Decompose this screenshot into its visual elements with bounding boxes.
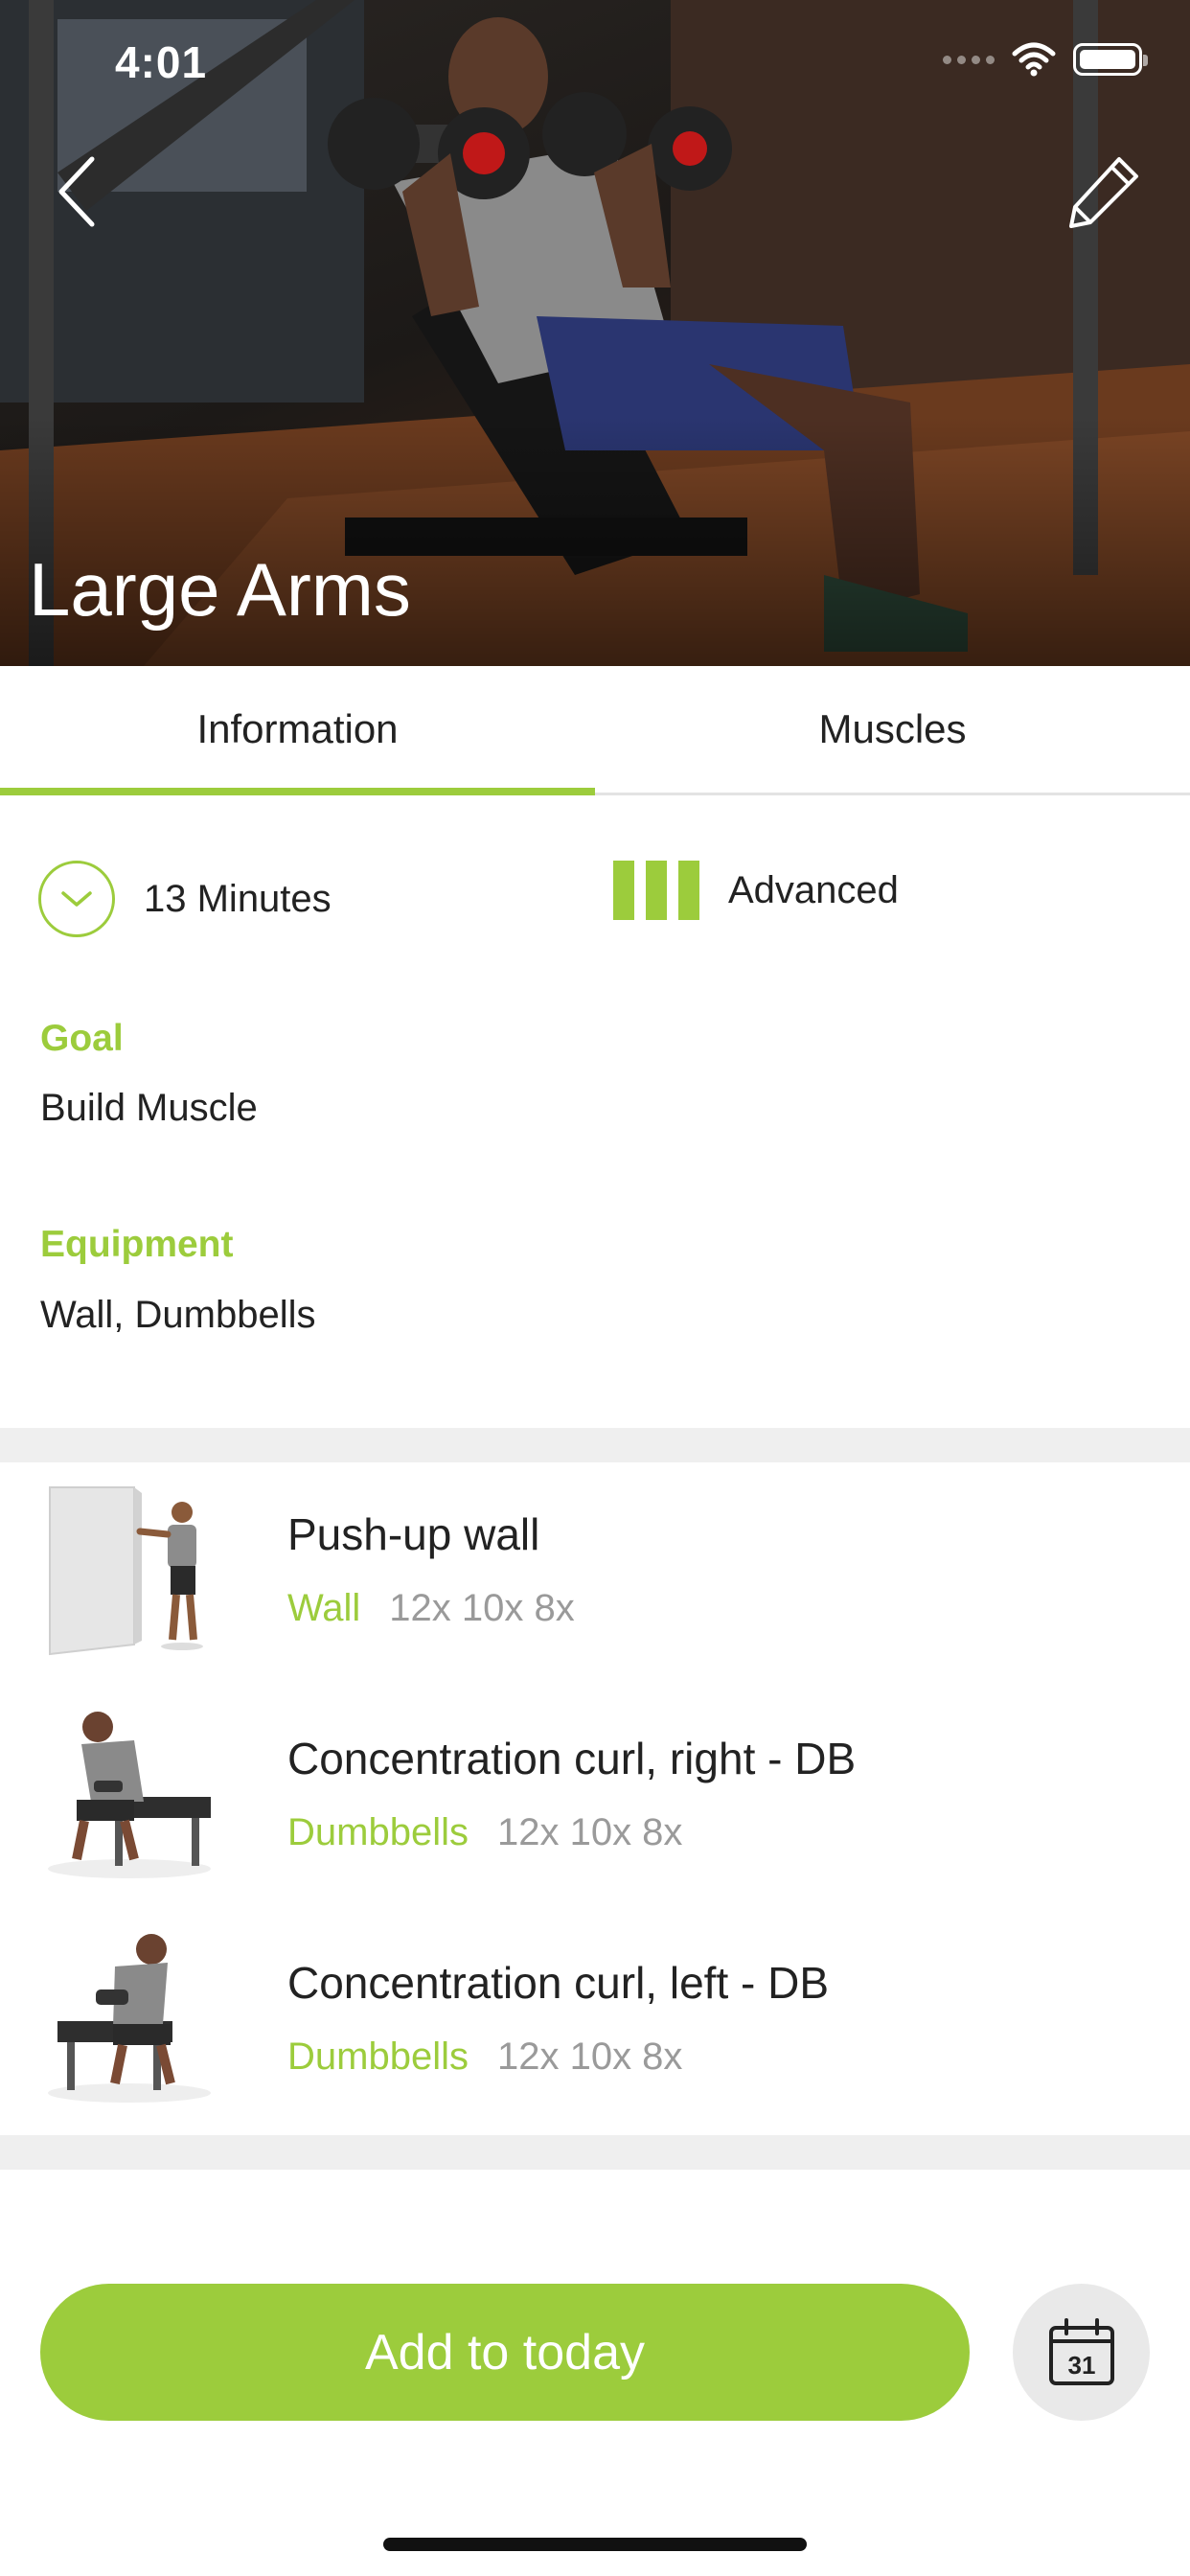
workout-title: Large Arms — [29, 547, 411, 632]
equipment-value: Wall, Dumbbells — [40, 1294, 316, 1336]
exercise-equipment: Dumbbells — [287, 1811, 469, 1853]
exercise-thumbnail — [48, 1934, 211, 2103]
duration-info: 13 Minutes — [38, 861, 332, 937]
battery-icon — [1073, 43, 1148, 76]
wifi-icon — [1012, 42, 1056, 77]
exercise-reps: 12x 10x 8x — [496, 2036, 683, 2078]
exercise-reps: 12x 10x 8x — [496, 1811, 683, 1853]
tab-bar: Information Muscles — [0, 666, 1190, 795]
exercise-thumbnail — [48, 1712, 211, 1878]
goal-label: Goal — [40, 1018, 124, 1059]
exercise-row[interactable]: Concentration curl, left - DB Dumbbells … — [0, 1911, 1190, 2135]
back-icon — [58, 156, 95, 227]
exercise-row[interactable]: Push-up wall Wall 12x 10x 8x — [0, 1462, 1190, 1687]
hero-banner: 4:01 Large Arms — [0, 0, 1190, 666]
exercise-name: Concentration curl, left - DB — [287, 1958, 830, 2008]
section-divider — [0, 1428, 1190, 1462]
level-text: Advanced — [728, 868, 899, 911]
exercise-details: Wall 12x 10x 8x — [287, 1587, 575, 1630]
exercise-thumbnail — [49, 1486, 203, 1656]
exercise-name: Push-up wall — [287, 1509, 540, 1559]
signal-icon — [943, 55, 995, 64]
back-button[interactable] — [38, 144, 115, 240]
level-icon — [613, 861, 699, 920]
goal-value: Build Muscle — [40, 1087, 258, 1129]
clock-icon — [38, 861, 115, 937]
calendar-icon: 31 — [1048, 2317, 1114, 2385]
exercise-details: Dumbbells 12x 10x 8x — [287, 1811, 682, 1854]
tab-information[interactable]: Information — [0, 666, 595, 795]
calendar-day: 31 — [1067, 2351, 1095, 2380]
calendar-button[interactable]: 31 — [1013, 2284, 1150, 2421]
add-to-today-button[interactable]: Add to today — [40, 2284, 970, 2421]
level-info: Advanced — [613, 861, 899, 920]
exercise-name: Concentration curl, right - DB — [287, 1734, 857, 1783]
edit-button[interactable] — [1056, 144, 1152, 240]
duration-text: 13 Minutes — [144, 877, 332, 920]
exercise-reps: 12x 10x 8x — [389, 1587, 575, 1629]
status-time: 4:01 — [115, 37, 208, 87]
edit-icon — [1069, 157, 1138, 228]
section-divider — [0, 2135, 1190, 2170]
home-indicator — [383, 2538, 807, 2551]
exercise-row[interactable]: Concentration curl, right - DB Dumbbells… — [0, 1687, 1190, 1911]
status-indicators — [943, 42, 1148, 77]
exercise-equipment: Dumbbells — [287, 2036, 469, 2078]
workout-meta: 13 Minutes Advanced — [0, 843, 1190, 949]
exercise-equipment: Wall — [287, 1587, 361, 1629]
tab-muscles[interactable]: Muscles — [595, 666, 1190, 793]
equipment-label: Equipment — [40, 1224, 234, 1265]
exercise-details: Dumbbells 12x 10x 8x — [287, 2036, 682, 2079]
